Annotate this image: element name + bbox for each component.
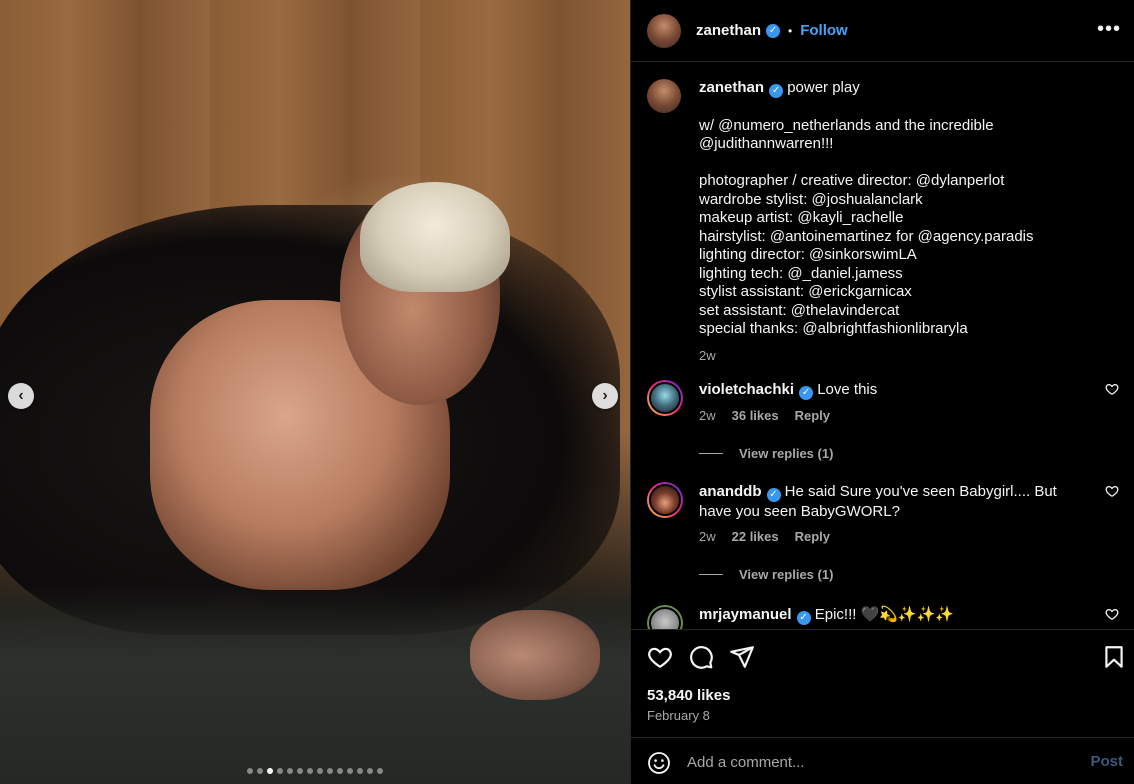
carousel-dot xyxy=(247,768,253,774)
carousel-dot xyxy=(277,768,283,774)
commenter-username[interactable]: violetchachki xyxy=(699,381,794,398)
header-separator: • xyxy=(788,23,793,38)
post-photo[interactable] xyxy=(0,0,630,784)
carousel-next-button[interactable]: › xyxy=(592,383,618,409)
comment-body: violetchachki ✓ Love this 2w 36 likes Rep… xyxy=(699,380,1084,425)
post-date[interactable]: February 8 xyxy=(647,708,710,723)
caption-line: special thanks: @albrightfashionlibraryl… xyxy=(699,320,968,338)
view-replies-label: View replies (1) xyxy=(739,446,834,461)
caption-line: lighting tech: @_daniel.jamess xyxy=(699,264,903,282)
verified-badge-icon: ✓ xyxy=(766,487,781,502)
post-comment-button[interactable]: Post xyxy=(1090,753,1123,770)
carousel-dot xyxy=(367,768,373,774)
caption-line: makeup artist: @kayli_rachelle xyxy=(699,209,904,227)
more-options-icon[interactable]: ••• xyxy=(1097,18,1121,41)
verified-badge-icon: ✓ xyxy=(766,23,781,38)
comment-text: Love this xyxy=(817,381,878,398)
view-replies-label: View replies (1) xyxy=(739,567,834,582)
likes-count[interactable]: 53,840 likes xyxy=(647,687,730,704)
share-send-icon[interactable] xyxy=(729,644,755,670)
like-comment-heart-icon[interactable] xyxy=(1105,484,1119,498)
verified-badge-icon: ✓ xyxy=(799,385,814,400)
caption-line: stylist assistant: @erickgarnicax xyxy=(699,283,912,301)
author-username[interactable]: zanethan xyxy=(696,22,761,39)
comment-meta: 2w 22 likes Reply xyxy=(699,527,1084,546)
comment-meta: 2w 36 likes Reply xyxy=(699,406,1084,425)
emoji-icon[interactable] xyxy=(647,751,671,775)
comment-body: ananddb ✓ He said Sure you've seen Babygi… xyxy=(699,482,1084,546)
commenter-avatar[interactable] xyxy=(647,482,683,518)
comment-text: Epic!!! 🖤💫✨✨✨ xyxy=(814,606,954,623)
verified-badge-icon: ✓ xyxy=(796,610,811,625)
caption-line: w/ @numero_netherlands and the incredibl… xyxy=(699,116,994,134)
caption-line: hairstylist: @antoinemartinez for @agenc… xyxy=(699,227,1034,245)
commenter-avatar[interactable] xyxy=(647,380,683,416)
carousel-dot xyxy=(297,768,303,774)
photo-hand xyxy=(470,610,600,700)
caption-title: power play xyxy=(787,79,860,96)
post-header: zanethan ✓ • Follow ••• xyxy=(631,0,1134,62)
carousel-dot xyxy=(357,768,363,774)
caption-line: @judithannwarren!!! xyxy=(699,135,834,153)
carousel-dot xyxy=(337,768,343,774)
carousel-dot xyxy=(257,768,263,774)
comments-scroll-area[interactable]: zanethan ✓ power play w/ @numero_netherla… xyxy=(631,63,1134,629)
view-replies-button[interactable]: View replies (1) xyxy=(699,446,833,461)
comment-body: mrjaymanuel ✓ Epic!!! 🖤💫✨✨✨ xyxy=(699,605,1084,625)
reply-button[interactable]: Reply xyxy=(795,406,830,425)
caption-username[interactable]: zanethan xyxy=(699,79,764,96)
comment-time[interactable]: 2w xyxy=(699,406,716,425)
chevron-left-icon: ‹ xyxy=(18,387,24,404)
view-replies-button[interactable]: View replies (1) xyxy=(699,567,833,582)
caption-line: lighting director: @sinkorswimLA xyxy=(699,246,917,264)
like-comment-heart-icon[interactable] xyxy=(1105,607,1119,621)
follow-button[interactable]: Follow xyxy=(800,22,848,39)
commenter-username[interactable]: mrjaymanuel xyxy=(699,606,792,623)
carousel-dot xyxy=(287,768,293,774)
caption-time[interactable]: 2w xyxy=(699,347,1109,366)
commenter-avatar[interactable] xyxy=(647,605,683,629)
post-panel: zanethan ✓ • Follow ••• zanethan ✓ power … xyxy=(630,0,1134,784)
caption-line: wardrobe stylist: @joshualanclark xyxy=(699,190,923,208)
commenter-username[interactable]: ananddb xyxy=(699,483,762,500)
carousel-dot xyxy=(377,768,383,774)
caption-author-avatar[interactable] xyxy=(647,79,681,113)
comment-likes[interactable]: 22 likes xyxy=(732,527,779,546)
verified-badge-icon: ✓ xyxy=(769,84,784,99)
comment-bubble-icon[interactable] xyxy=(688,644,714,670)
comment-likes[interactable]: 36 likes xyxy=(732,406,779,425)
carousel-dot xyxy=(307,768,313,774)
author-avatar[interactable] xyxy=(647,13,681,48)
carousel-dot xyxy=(317,768,323,774)
caption-body: zanethan ✓ power play w/ @numero_netherla… xyxy=(699,79,1109,365)
comment-composer: Post xyxy=(631,737,1134,784)
save-bookmark-icon[interactable] xyxy=(1101,644,1127,670)
caption-line: set assistant: @thelavindercat xyxy=(699,301,900,319)
like-comment-heart-icon[interactable] xyxy=(1105,382,1119,396)
caption-line-0: zanethan ✓ power play xyxy=(699,79,1109,99)
caption-line: photographer / creative director: @dylan… xyxy=(699,172,1005,190)
reply-button[interactable]: Reply xyxy=(795,527,830,546)
carousel-prev-button[interactable]: ‹ xyxy=(8,383,34,409)
carousel-indicator xyxy=(0,768,630,774)
comment-time[interactable]: 2w xyxy=(699,527,716,546)
photo-hair xyxy=(360,182,510,292)
comment-input[interactable] xyxy=(687,750,1067,774)
carousel-dot xyxy=(327,768,333,774)
post-actions: 53,840 likes February 8 xyxy=(631,629,1134,737)
like-heart-icon[interactable] xyxy=(647,644,673,670)
chevron-right-icon: › xyxy=(602,387,608,404)
carousel-dot xyxy=(347,768,353,774)
carousel-dot xyxy=(267,768,273,774)
